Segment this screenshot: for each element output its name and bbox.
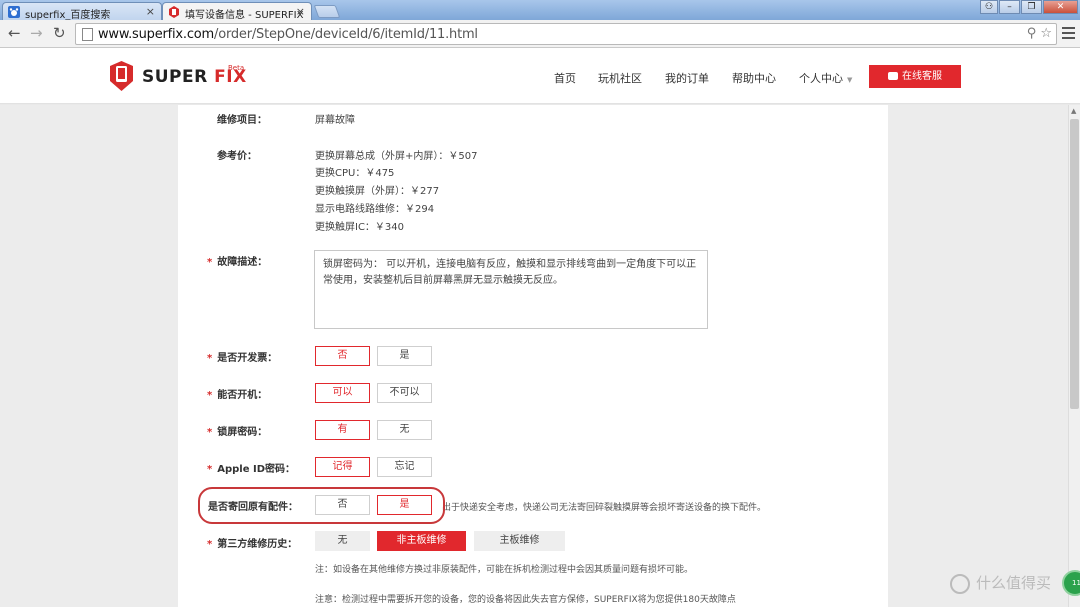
forward-arrow-icon[interactable]: → <box>30 25 43 41</box>
price-line: 更换屏幕总成（外屏+内屏）：￥507 <box>315 151 478 162</box>
baidu-favicon-icon <box>8 6 20 18</box>
menu-icon[interactable] <box>1062 27 1075 39</box>
history-note: 注：如设备在其他维修方换过非原装配件，可能在拆机检测过程中会因其质量问题有损坏可… <box>315 565 694 575</box>
chevron-down-icon: ▼ <box>847 76 853 84</box>
highlight-circle <box>198 487 445 524</box>
address-bar[interactable]: www.superfix.com/order/StepOne/deviceId/… <box>75 23 1057 45</box>
price-line: 更换CPU：￥475 <box>315 168 395 179</box>
browser-titlebar: superfix_百度搜索 × 填写设备信息 - SUPERFIX × ⚇ – … <box>0 0 1080 20</box>
repair-item-label: 维修项目： <box>217 115 267 126</box>
nav-personal-center[interactable]: 个人中心 ▼ <box>799 70 852 86</box>
boot-option-no[interactable]: 不可以 <box>377 383 432 403</box>
user-icon[interactable]: ⚇ <box>980 0 998 14</box>
reload-icon[interactable]: ↻ <box>53 25 66 41</box>
tab-superfix-form[interactable]: 填写设备信息 - SUPERFIX × <box>162 2 312 20</box>
page-scrollbar[interactable]: ▲ <box>1068 105 1080 607</box>
superfix-logo-icon[interactable] <box>108 61 135 91</box>
maximize-button[interactable]: ❐ <box>1021 0 1042 14</box>
fault-description-label: * 故障描述： <box>207 257 268 268</box>
history-option-none[interactable]: 无 <box>315 531 370 551</box>
history-option-mainboard[interactable]: 主板维修 <box>474 531 565 551</box>
lock-option-none[interactable]: 无 <box>377 420 432 440</box>
price-label: 参考价： <box>217 151 257 162</box>
invoice-option-no[interactable]: 否 <box>315 346 370 366</box>
boot-option-yes[interactable]: 可以 <box>315 383 370 403</box>
superfix-favicon-icon <box>169 6 179 18</box>
bottom-note: 注意：检测过程中需要拆开您的设备，您的设备将因此失去官方保修，SUPERFIX将… <box>315 595 736 605</box>
chat-icon <box>888 72 898 80</box>
return-parts-hint: 出于快递安全考虑，快递公司无法寄回碎裂触摸屏等会损坏寄送设备的换下配件。 <box>442 503 767 513</box>
online-service-button[interactable]: 在线客服 <box>869 65 961 88</box>
nav-my-orders[interactable]: 我的订单 <box>665 70 709 86</box>
lock-option-has[interactable]: 有 <box>315 420 370 440</box>
appleid-option-forgot[interactable]: 忘记 <box>377 457 432 477</box>
invoice-label: * 是否开发票： <box>207 353 278 364</box>
tab-close-icon[interactable]: × <box>296 5 305 18</box>
scroll-up-icon[interactable]: ▲ <box>1071 107 1076 115</box>
tab-label: superfix_百度搜索 <box>25 10 111 20</box>
price-line: 更换触屏IC：￥340 <box>315 222 405 233</box>
scroll-thumb[interactable] <box>1070 119 1079 409</box>
history-option-non-mainboard[interactable]: 非主板维修 <box>377 531 466 551</box>
repair-item-value: 屏幕故障 <box>315 115 355 126</box>
nav-community[interactable]: 玩机社区 <box>598 70 642 86</box>
appleid-option-remember[interactable]: 记得 <box>315 457 370 477</box>
url-text: www.superfix.com/order/StepOne/deviceId/… <box>98 27 478 42</box>
nav-home[interactable]: 首页 <box>554 70 576 86</box>
invoice-option-yes[interactable]: 是 <box>377 346 432 366</box>
back-arrow-icon[interactable]: ← <box>8 25 21 41</box>
tab-label: 填写设备信息 - SUPERFIX <box>185 10 304 20</box>
search-star-icon[interactable]: ⚲ ☆ <box>1027 26 1052 41</box>
price-line: 更换触摸屏（外屏）：￥277 <box>315 186 440 197</box>
page-icon <box>82 28 93 41</box>
site-header: SUPER FIX Beta 首页 玩机社区 我的订单 帮助中心 个人中心 ▼ 在… <box>0 48 1080 104</box>
beta-label: Beta <box>228 64 245 72</box>
browser-toolbar: ← → ↻ www.superfix.com/order/StepOne/dev… <box>0 20 1080 48</box>
apple-id-label: * Apple ID密码： <box>207 464 296 475</box>
tab-baidu-search[interactable]: superfix_百度搜索 × <box>2 2 162 20</box>
fault-description-textarea[interactable]: 锁屏密码为： 可以开机，连接电脑有反应，触摸和显示排线弯曲到一定角度下可以正常使… <box>314 250 708 329</box>
boot-label: * 能否开机： <box>207 390 268 401</box>
minimize-button[interactable]: – <box>999 0 1020 14</box>
nav-help-center[interactable]: 帮助中心 <box>732 70 776 86</box>
watermark-logo-icon <box>950 573 970 594</box>
price-line: 显示电路线路维修：￥294 <box>315 204 435 215</box>
watermark: 什么值得买 <box>950 572 1051 594</box>
new-tab-button[interactable] <box>313 5 341 18</box>
close-window-button[interactable]: ✕ <box>1043 0 1078 14</box>
tab-close-icon[interactable]: × <box>146 5 155 18</box>
lock-password-label: * 锁屏密码： <box>207 427 268 438</box>
repair-history-label: * 第三方维修历史： <box>207 539 298 550</box>
